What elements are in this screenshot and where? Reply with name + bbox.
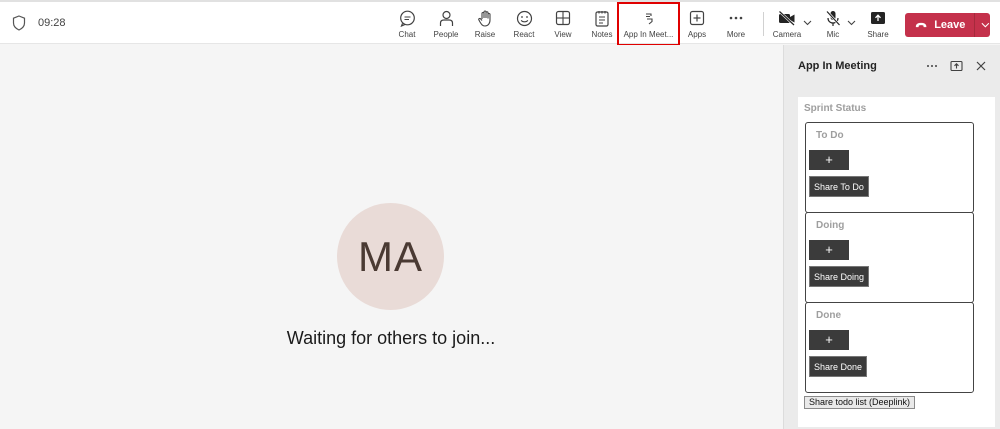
camera-label: Camera xyxy=(772,30,802,39)
people-label: People xyxy=(433,30,459,39)
leave-options-chevron-icon[interactable] xyxy=(981,22,990,28)
people-icon xyxy=(437,9,455,27)
chat-icon xyxy=(398,9,416,27)
mic-options-chevron-icon[interactable] xyxy=(847,20,856,26)
share-button[interactable]: Share xyxy=(867,4,889,44)
waiting-message: Waiting for others to join... xyxy=(286,328,496,348)
camera-options-chevron-icon[interactable] xyxy=(803,20,812,26)
teams-meeting-window: 09:28 Chat People Raise React View Notes… xyxy=(0,0,1000,429)
hang-up-icon xyxy=(915,22,927,28)
react-label: React xyxy=(513,30,535,39)
share-screen-icon xyxy=(869,9,887,27)
smiley-icon xyxy=(515,9,533,27)
sprint-status-heading: Sprint Status xyxy=(804,103,867,114)
layout-grid-icon xyxy=(554,9,572,27)
pop-out-icon[interactable] xyxy=(949,59,963,73)
meeting-timer: 09:28 xyxy=(38,17,66,29)
add-app-icon xyxy=(688,9,706,27)
add-done-button[interactable]: + xyxy=(809,330,849,350)
raise-label: Raise xyxy=(474,30,496,39)
share-label: Share xyxy=(867,30,889,39)
column-title: Done xyxy=(816,310,841,321)
notes-label: Notes xyxy=(591,30,613,39)
column-title: To Do xyxy=(816,130,844,141)
share-to-do-button[interactable]: Share To Do xyxy=(809,176,869,197)
leave-divider xyxy=(974,13,976,37)
camera-off-icon xyxy=(778,9,796,27)
chat-button[interactable]: Chat xyxy=(396,4,418,44)
view-label: View xyxy=(554,30,572,39)
close-icon[interactable] xyxy=(974,59,988,73)
mic-button[interactable]: Mic xyxy=(823,4,843,44)
more-dots-icon xyxy=(727,9,745,27)
leave-button[interactable]: Leave xyxy=(905,13,990,37)
apps-button[interactable]: Apps xyxy=(686,4,708,44)
hand-icon xyxy=(476,9,494,27)
app-in-meeting-label: App In Meet... xyxy=(623,30,674,39)
more-label: More xyxy=(726,30,746,39)
meeting-toolbar: 09:28 Chat People Raise React View Notes… xyxy=(0,0,1000,46)
notes-icon xyxy=(593,9,611,27)
apps-label: Apps xyxy=(687,30,707,39)
avatar: MA xyxy=(337,203,444,310)
column-done: Done + Share Done xyxy=(805,302,974,393)
people-button[interactable]: People xyxy=(433,4,459,44)
share-deeplink-button[interactable]: Share todo list (Deeplink) xyxy=(804,396,916,409)
toolbar-divider xyxy=(763,12,764,36)
panel-title: App In Meeting xyxy=(798,60,877,72)
column-title: Doing xyxy=(816,220,845,231)
add-todo-button[interactable]: + xyxy=(809,150,849,170)
chat-label: Chat xyxy=(398,30,416,39)
avatar-initials: MA xyxy=(358,232,423,280)
camera-button[interactable]: Camera xyxy=(773,4,801,44)
view-button[interactable]: View xyxy=(553,4,573,44)
sprint-board: Sprint Status To Do + Share To Do Doing … xyxy=(798,97,995,427)
mic-label: Mic xyxy=(826,30,840,39)
share-done-button[interactable]: Share Done xyxy=(809,356,868,377)
leave-label: Leave xyxy=(934,19,966,31)
react-button[interactable]: React xyxy=(513,4,535,44)
meeting-stage: MA Waiting for others to join... xyxy=(0,45,782,429)
app-side-panel: App In Meeting Sprint Status To Do + Sha… xyxy=(783,45,1000,429)
column-doing: Doing + Share Doing xyxy=(805,212,974,303)
panel-more-icon[interactable] xyxy=(925,59,939,73)
app-in-meeting-button[interactable]: App In Meet... xyxy=(617,2,680,46)
share-doing-button[interactable]: Share Doing xyxy=(809,266,870,287)
mic-off-icon xyxy=(824,9,842,27)
column-to-do: To Do + Share To Do xyxy=(805,122,974,213)
more-button[interactable]: More xyxy=(725,4,747,44)
app-in-meeting-icon xyxy=(640,9,658,27)
add-doing-button[interactable]: + xyxy=(809,240,849,260)
raise-hand-button[interactable]: Raise xyxy=(474,4,496,44)
shield-icon xyxy=(12,15,26,31)
notes-button[interactable]: Notes xyxy=(590,4,614,44)
